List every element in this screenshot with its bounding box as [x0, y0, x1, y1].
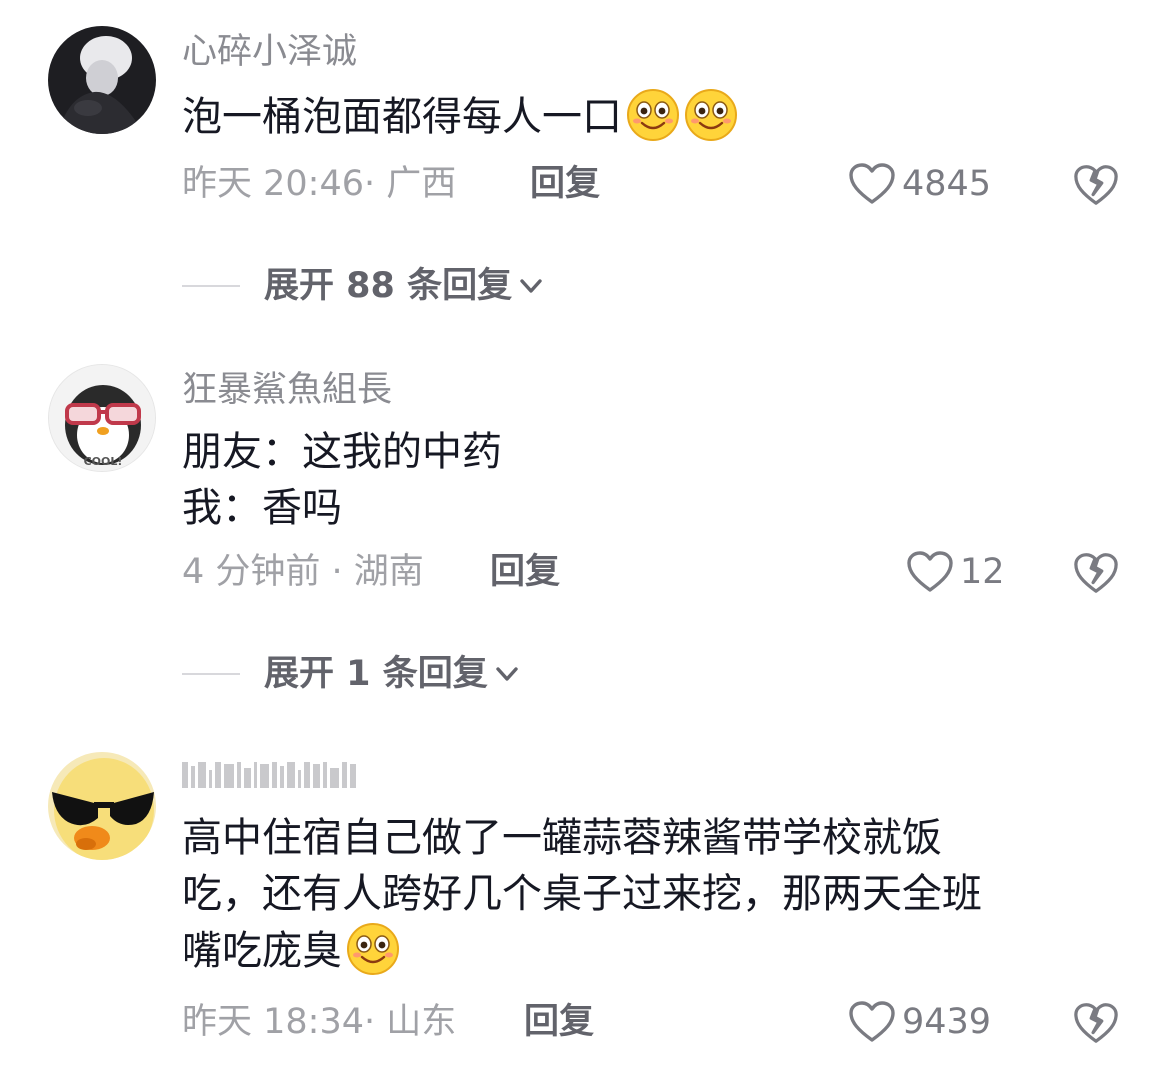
- reply-button[interactable]: 回复: [524, 1000, 594, 1044]
- comment-item: COOL! 狂暴鯊魚組長 朋友：这我的中药 我：香吗 4 分钟前 · 湖南 回复…: [0, 340, 1170, 710]
- like-button[interactable]: 9439: [848, 1000, 991, 1044]
- heart-icon: [848, 1000, 896, 1044]
- broken-heart-icon[interactable]: [1073, 550, 1119, 596]
- chevron-down-icon: [516, 271, 546, 301]
- comment-line: 我：香吗: [182, 485, 342, 531]
- heart-icon: [848, 162, 896, 206]
- heart-icon: [906, 550, 954, 594]
- comment-line: 泡一桶泡面都得每人一口: [182, 88, 1122, 145]
- expand-replies-button[interactable]: 展开 88 条回复: [182, 264, 546, 308]
- comment-meta: 昨天 18:34· 山东: [182, 1002, 457, 1042]
- dark-person-avatar-icon: [48, 26, 156, 134]
- comment-meta: 昨天 20:46· 广西: [182, 164, 457, 204]
- comment-username-blurred[interactable]: [182, 758, 372, 788]
- comment-text: 泡一桶泡面都得每人一口: [182, 88, 1122, 145]
- like-count: 4845: [902, 164, 992, 204]
- duck-sunglasses-avatar-icon: [48, 752, 156, 860]
- comment-line: 嘴吃庞臭: [182, 922, 1122, 979]
- comment-line: 高中住宿自己做了一罐蒜蓉辣酱带学校就饭: [182, 815, 942, 861]
- divider: [182, 285, 240, 287]
- penguin-cool-avatar-icon: COOL!: [49, 365, 155, 471]
- chevron-down-icon: [492, 659, 522, 689]
- expand-replies-label: 展开 1 条回复: [264, 654, 488, 694]
- like-count: 12: [960, 552, 1005, 592]
- comment-item: 高中住宿自己做了一罐蒜蓉辣酱带学校就饭 吃，还有人跨好几个桌子过来挖，那两天全班…: [0, 730, 1170, 1069]
- like-button[interactable]: 12: [906, 550, 1005, 594]
- like-button[interactable]: 4845: [848, 162, 991, 206]
- reply-button[interactable]: 回复: [530, 162, 600, 206]
- svg-text:COOL!: COOL!: [84, 455, 123, 468]
- comment-text: 高中住宿自己做了一罐蒜蓉辣酱带学校就饭 吃，还有人跨好几个桌子过来挖，那两天全班…: [182, 810, 1122, 979]
- smile-emoji-icon: [346, 922, 400, 976]
- expand-replies-label: 展开 88 条回复: [264, 266, 513, 306]
- comment-line: 朋友：这我的中药: [182, 429, 502, 475]
- like-count: 9439: [902, 1002, 992, 1042]
- smile-emoji-icon: [626, 88, 680, 142]
- comment-text: 朋友：这我的中药 我：香吗: [182, 424, 1122, 536]
- comment-username[interactable]: 心碎小泽诚: [182, 30, 357, 74]
- avatar[interactable]: [48, 752, 156, 860]
- broken-heart-icon[interactable]: [1073, 1000, 1119, 1046]
- smile-emoji-icon: [684, 88, 738, 142]
- expand-replies-button[interactable]: 展开 1 条回复: [182, 652, 522, 696]
- comment-line: 吃，还有人跨好几个桌子过来挖，那两天全班: [182, 871, 982, 917]
- broken-heart-icon[interactable]: [1073, 162, 1119, 208]
- avatar[interactable]: [48, 26, 156, 134]
- avatar[interactable]: COOL!: [48, 364, 156, 472]
- reply-button[interactable]: 回复: [490, 550, 560, 594]
- comment-item: 心碎小泽诚 泡一桶泡面都得每人一口 昨天 20:46· 广西 回复 4845 展…: [0, 0, 1170, 330]
- divider: [182, 673, 240, 675]
- comment-username[interactable]: 狂暴鯊魚組長: [182, 368, 392, 412]
- comment-meta: 4 分钟前 · 湖南: [182, 552, 424, 592]
